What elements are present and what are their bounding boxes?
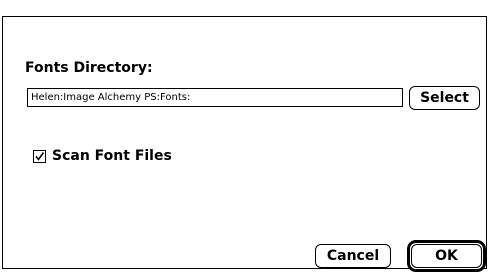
ok-button[interactable]: OK bbox=[411, 244, 482, 268]
scan-font-files-label: Scan Font Files bbox=[52, 148, 172, 164]
fonts-directory-label: Fonts Directory: bbox=[25, 60, 153, 76]
fonts-directory-field[interactable] bbox=[27, 88, 403, 107]
select-button[interactable]: Select bbox=[409, 86, 480, 110]
fonts-dialog: Fonts Directory: Select Scan Font Files … bbox=[2, 16, 487, 272]
checkmark-icon bbox=[35, 151, 45, 161]
scan-font-files-option[interactable]: Scan Font Files bbox=[33, 146, 172, 166]
cancel-button[interactable]: Cancel bbox=[315, 244, 391, 268]
scan-font-files-checkbox[interactable] bbox=[33, 149, 46, 163]
